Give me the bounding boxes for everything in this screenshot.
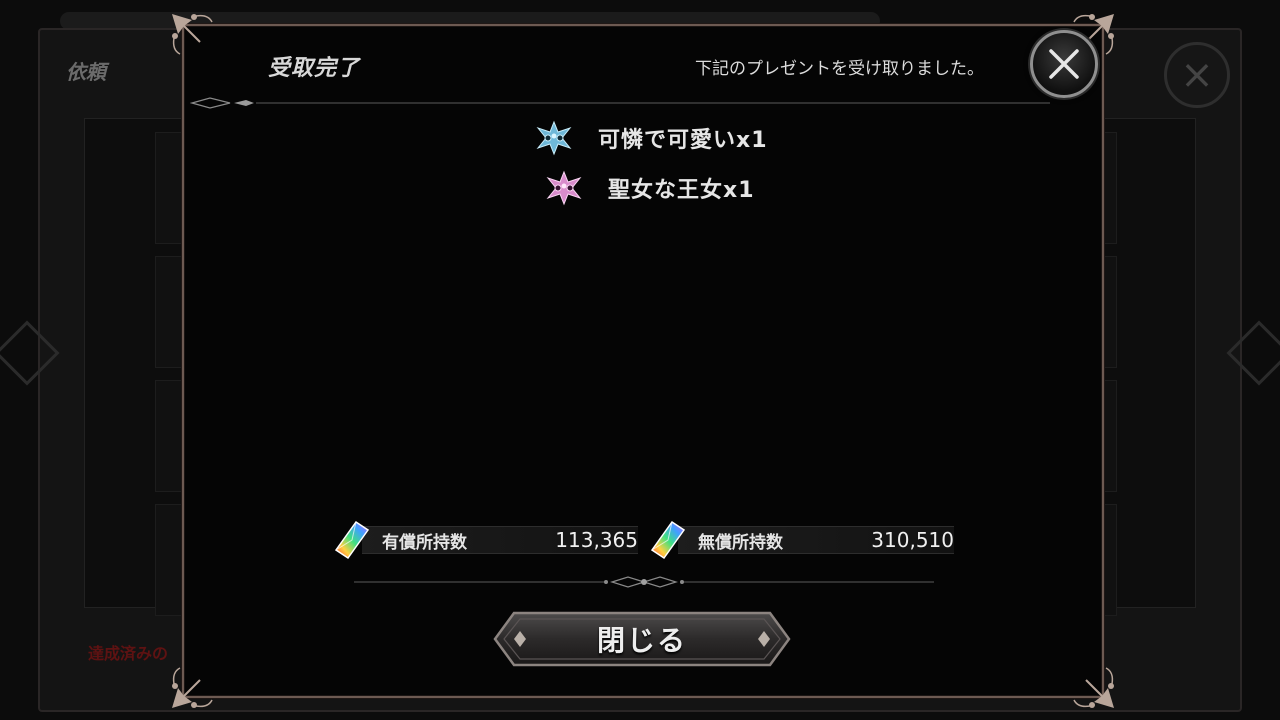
- received-item-label: 聖女な王女x1: [608, 178, 755, 203]
- bottom-divider: [354, 576, 934, 588]
- free-currency-label: 無償所持数: [698, 532, 783, 553]
- dialog-title: 受取完了: [268, 56, 361, 81]
- receipt-dialog: 受取完了 下記のプレゼントを受け取りました。 可憐で可愛いx1 聖女な王女x1 …: [172, 14, 1114, 708]
- dialog-subtitle: 下記のプレゼントを受け取りました。: [695, 59, 984, 79]
- close-dialog-button-label: 閉じる: [596, 624, 687, 657]
- close-icon: [1049, 49, 1079, 79]
- background-footer-notice: 達成済みの: [88, 644, 169, 663]
- received-item: 聖女な王女x1: [546, 170, 755, 206]
- paid-currency-label: 有償所持数: [382, 532, 467, 553]
- free-currency-bar: 無償所持数 310,510: [678, 526, 954, 554]
- close-dialog-button[interactable]: 閉じる: [492, 610, 792, 668]
- pink-crest-icon: [546, 170, 582, 206]
- rainbow-gem-icon: [334, 520, 370, 560]
- background-close-icon: ×: [1164, 42, 1230, 108]
- paid-currency-value: 113,365: [555, 528, 638, 552]
- paid-currency-display: 有償所持数 113,365: [334, 520, 638, 560]
- paid-currency-bar: 有償所持数 113,365: [362, 526, 638, 554]
- rainbow-gem-icon: [650, 520, 686, 560]
- received-item: 可憐で可愛いx1: [536, 120, 768, 156]
- blue-crest-icon: [536, 120, 572, 156]
- free-currency-value: 310,510: [871, 528, 954, 552]
- background-screen-title: 依頼: [66, 60, 106, 84]
- corner-ornament-icon: [172, 667, 213, 708]
- corner-ornament-icon: [172, 14, 213, 55]
- received-item-label: 可憐で可愛いx1: [598, 128, 768, 153]
- corner-ornament-icon: [1073, 667, 1114, 708]
- dialog-close-button[interactable]: [1030, 30, 1098, 98]
- free-currency-display: 無償所持数 310,510: [650, 520, 954, 560]
- title-divider: [190, 97, 1050, 109]
